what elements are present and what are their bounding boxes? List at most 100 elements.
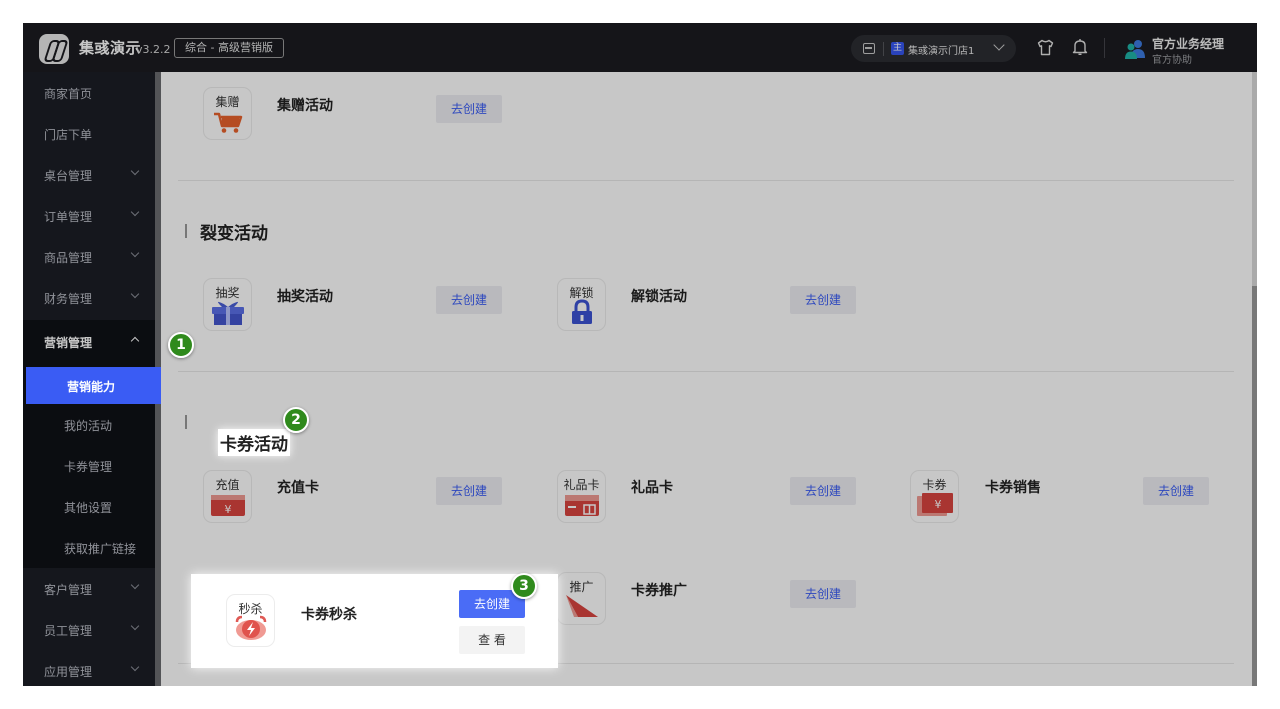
- paper-plane-icon: [565, 595, 598, 617]
- chevron-down-icon: [130, 289, 140, 299]
- step-marker-2: 2: [283, 407, 309, 433]
- highlight-flash-sale-card: 秒杀 卡券秒杀 去创建 查 看: [191, 574, 558, 668]
- store-selector[interactable]: 主 集彧演示门店1: [851, 35, 1016, 62]
- manager-title[interactable]: 官方业务经理: [1152, 35, 1224, 52]
- store-name: 集彧演示门店1: [908, 46, 975, 57]
- manager-avatar-icon[interactable]: [1124, 38, 1146, 60]
- activity-name: 抽奖活动: [277, 289, 333, 305]
- lock-icon: [571, 299, 592, 324]
- sidebar-item-label: 财务管理: [44, 292, 93, 306]
- activity-icon-giftcard: 礼品卡: [557, 470, 606, 523]
- sidebar-item-store-order[interactable]: 门店下单: [23, 113, 156, 154]
- chevron-down-icon: [130, 662, 140, 672]
- sidebar-subitem-marketing-ability[interactable]: 营销能力: [26, 367, 161, 404]
- sidebar-item-marketing[interactable]: 营销管理: [23, 320, 156, 363]
- page-scrollbar-thumb[interactable]: [1252, 286, 1257, 686]
- sidebar-subitem-promo-link[interactable]: 获取推广链接: [23, 527, 156, 568]
- create-unlock-button[interactable]: 去创建: [790, 286, 856, 314]
- activity-name: 充值卡: [277, 480, 319, 496]
- top-bar: 集彧演示 v3.2.2 综合 - 高级营销版 主 集彧演示门店1 官方业务经理 …: [23, 23, 1257, 72]
- create-coupon-sale-button[interactable]: 去创建: [1143, 477, 1209, 505]
- edition-tag: 综合 - 高级营销版: [174, 38, 284, 58]
- create-lottery-button[interactable]: 去创建: [436, 286, 502, 314]
- activity-icon-tag: 抽奖: [215, 286, 240, 300]
- sidebar-item-label: 客户管理: [44, 583, 93, 597]
- flash-alarm-icon: [235, 615, 266, 640]
- sidebar-item-label: 其他设置: [64, 501, 113, 515]
- sidebar-item-label: 我的活动: [64, 419, 113, 433]
- chevron-down-icon: [130, 248, 140, 258]
- activity-icon-lottery: 抽奖: [203, 278, 252, 331]
- activity-icon-tag: 充值: [215, 478, 240, 492]
- activity-icon-unlock: 解锁: [557, 278, 606, 331]
- create-gift-button[interactable]: 去创建: [436, 95, 502, 123]
- giftcard-icon: [564, 495, 599, 516]
- sidebar-item-label: 营销能力: [67, 380, 116, 394]
- app-version: v3.2.2: [136, 43, 171, 56]
- create-recharge-button[interactable]: 去创建: [436, 477, 502, 505]
- sidebar-subitem-my-activities[interactable]: 我的活动: [23, 404, 156, 445]
- view-flash-sale-button[interactable]: 查 看: [459, 626, 525, 654]
- sidebar-item-label: 商家首页: [44, 87, 93, 101]
- activity-icon-recharge: 充值 ¥: [203, 470, 252, 523]
- activity-name: 集赠活动: [277, 98, 333, 114]
- sidebar-item-staff[interactable]: 员工管理: [23, 609, 156, 650]
- sidebar-item-orders[interactable]: 订单管理: [23, 195, 156, 236]
- step-marker-3: 3: [511, 573, 537, 599]
- create-giftcard-button[interactable]: 去创建: [790, 477, 856, 505]
- sidebar-item-customers[interactable]: 客户管理: [23, 568, 156, 609]
- sidebar-item-label: 获取推广链接: [64, 542, 137, 556]
- app-name: 集彧演示: [79, 39, 142, 57]
- sidebar-item-tables[interactable]: 桌台管理: [23, 154, 156, 195]
- svg-text:¥: ¥: [934, 498, 941, 511]
- chevron-down-icon: [993, 39, 1005, 51]
- sidebar-item-label: 桌台管理: [44, 169, 93, 183]
- sidebar-item-label: 门店下单: [44, 128, 93, 142]
- sidebar-item-apps[interactable]: 应用管理: [23, 650, 156, 686]
- activity-icon-gift: 集赠: [203, 87, 252, 140]
- chevron-down-icon: [130, 166, 140, 176]
- recharge-card-icon: ¥: [210, 495, 245, 516]
- section-title-fission: 裂变活动: [200, 224, 268, 244]
- section-divider: [178, 180, 1234, 181]
- store-separator: [883, 42, 884, 56]
- sidebar-subitem-coupons[interactable]: 卡券管理: [23, 445, 156, 486]
- sidebar-subitem-other-settings[interactable]: 其他设置: [23, 486, 156, 527]
- sidebar-item-label: 员工管理: [44, 624, 93, 638]
- section-marker: [185, 224, 187, 238]
- sidebar-item-home[interactable]: 商家首页: [23, 72, 156, 113]
- app-window: 集彧演示 v3.2.2 综合 - 高级营销版 主 集彧演示门店1 官方业务经理 …: [23, 23, 1257, 686]
- shirt-icon[interactable]: [1037, 39, 1054, 56]
- activity-name: 卡券秒杀: [301, 607, 357, 623]
- coupon-ticket-icon: ¥: [916, 493, 953, 516]
- sidebar-item-label: 卡券管理: [64, 460, 113, 474]
- bell-icon[interactable]: [1072, 38, 1088, 56]
- sidebar-item-label: 营销管理: [44, 336, 93, 350]
- chevron-down-icon: [130, 621, 140, 631]
- page-scrollbar[interactable]: [1252, 72, 1257, 686]
- sidebar-item-label: 应用管理: [44, 665, 93, 679]
- activity-name: 解锁活动: [631, 289, 687, 305]
- chevron-down-icon: [130, 207, 140, 217]
- activity-name: 卡券推广: [631, 583, 687, 599]
- activity-icon-tag: 集赠: [215, 95, 240, 109]
- chevron-up-icon: [130, 336, 140, 346]
- sidebar-item-finance[interactable]: 财务管理: [23, 277, 156, 318]
- activity-name: 礼品卡: [631, 480, 673, 496]
- section-title-coupon: 卡券活动: [218, 429, 290, 456]
- store-main-badge: 主: [891, 42, 904, 55]
- sidebar-item-label: 订单管理: [44, 210, 93, 224]
- gift-box-icon: [211, 301, 244, 325]
- activity-icon-tag: 礼品卡: [563, 478, 600, 492]
- step-marker-1: 1: [168, 332, 194, 358]
- cart-icon: [213, 112, 242, 133]
- manager-subtitle: 官方协助: [1152, 55, 1192, 66]
- activity-icon-coupon-sale: 卡券 ¥: [910, 470, 959, 523]
- section-divider: [178, 371, 1234, 372]
- sidebar-item-products[interactable]: 商品管理: [23, 236, 156, 277]
- sidebar-item-label: 商品管理: [44, 251, 93, 265]
- svg-text:¥: ¥: [224, 503, 231, 516]
- create-promotion-button[interactable]: 去创建: [790, 580, 856, 608]
- chevron-down-icon: [130, 580, 140, 590]
- store-icon: [863, 43, 875, 54]
